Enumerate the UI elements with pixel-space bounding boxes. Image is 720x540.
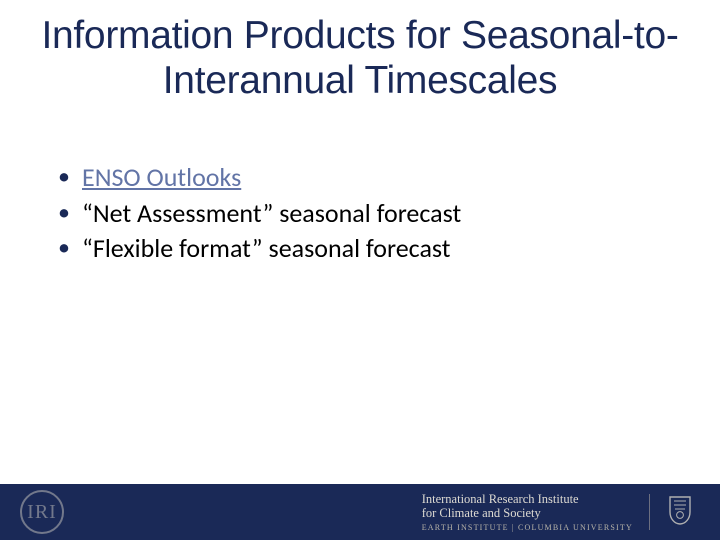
bullet-text: “Flexible format” seasonal forecast	[82, 232, 451, 264]
footer-divider-icon	[649, 494, 650, 530]
footer-right: International Research Institute for Cli…	[422, 492, 694, 533]
institution-line2: for Climate and Society	[422, 506, 633, 520]
bullet-item: “Flexible format” seasonal forecast	[58, 231, 720, 267]
columbia-crest-icon	[666, 495, 694, 529]
bullet-link-enso[interactable]: ENSO Outlooks	[82, 161, 241, 193]
iri-logo-icon: IRI	[20, 490, 64, 534]
footer-bar: IRI International Research Institute for…	[0, 484, 720, 540]
institution-text: International Research Institute for Cli…	[422, 492, 633, 533]
bullet-text: “Net Assessment” seasonal forecast	[82, 197, 461, 229]
institution-line1: International Research Institute	[422, 492, 633, 506]
institution-line3: EARTH INSTITUTE | COLUMBIA UNIVERSITY	[422, 523, 633, 532]
footer-left: IRI	[20, 490, 64, 534]
slide-title: Information Products for Seasonal-to-Int…	[0, 0, 720, 104]
iri-logo-text: IRI	[27, 501, 57, 524]
bullet-item: “Net Assessment” seasonal forecast	[58, 196, 720, 232]
bullet-item: ENSO Outlooks	[58, 160, 720, 196]
bullet-list: ENSO Outlooks “Net Assessment” seasonal …	[0, 160, 720, 268]
slide: Information Products for Seasonal-to-Int…	[0, 0, 720, 540]
